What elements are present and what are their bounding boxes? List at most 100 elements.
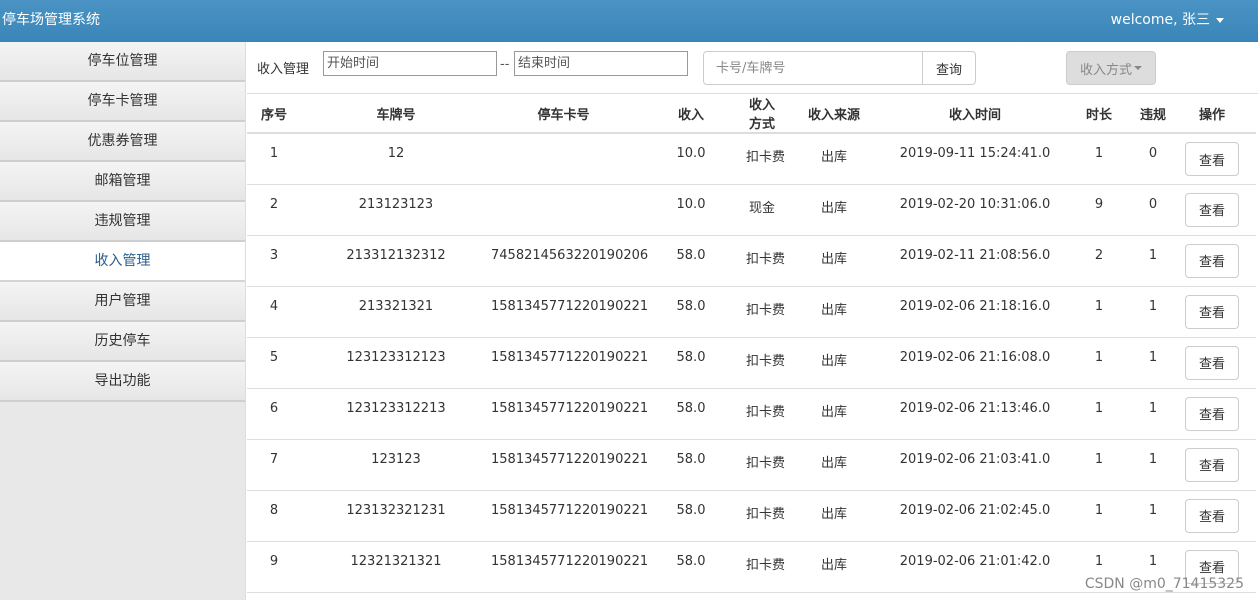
table-row: 8 123132321231 1581345771220190221 58.0 扣卡费出… xyxy=(247,490,1256,542)
table-cell: 2019-09-11 15:24:41.0 xyxy=(890,133,1060,185)
table-cell: 1581345771220190221 xyxy=(491,286,648,338)
table-cell: 12321321321 xyxy=(301,541,491,593)
table-cell-actions: 查看 xyxy=(1168,439,1256,491)
table-cell: 2019-02-06 21:03:41.0 xyxy=(890,439,1060,491)
table-cell: 2019-02-06 21:16:08.0 xyxy=(890,337,1060,389)
table-row: 2 213123123 10.0 现金 出库 2019-02-20 10:31:06.0 9… xyxy=(247,184,1256,236)
table-cell: 出库 xyxy=(778,235,890,287)
table-cell: 1 xyxy=(1060,490,1138,542)
table-cell: 扣卡费 xyxy=(746,337,785,389)
view-button[interactable]: 查看 xyxy=(1185,498,1239,533)
view-button[interactable]: 查看 xyxy=(1185,243,1239,278)
view-button[interactable]: 查看 xyxy=(1185,396,1239,431)
table-cell: 1 xyxy=(1138,235,1168,287)
view-button[interactable]: 查看 xyxy=(1185,142,1239,176)
table-cell: 6 xyxy=(247,388,301,440)
date-separator: -- xyxy=(500,57,510,72)
table-cell: 出库 xyxy=(778,184,890,236)
table-cell: 10.0 xyxy=(636,184,746,236)
column-header: 收入来源 xyxy=(778,94,890,134)
top-navbar: 停车场管理系统 welcome, 张三 xyxy=(0,0,1258,42)
table-cell-actions: 查看 xyxy=(1168,490,1256,542)
sidebar-item[interactable]: 违规管理 xyxy=(0,202,245,242)
view-button[interactable]: 查看 xyxy=(1185,447,1239,482)
table-cell: 1581345771220190221 xyxy=(491,439,648,491)
table-row: 4 213321321 1581345771220190221 58.0 扣卡费 出库 20… xyxy=(247,286,1256,338)
filter-bar: 收入管理 -- 查询 收入方式 xyxy=(247,42,1258,94)
search-input[interactable] xyxy=(703,51,923,85)
table-cell: 0 xyxy=(1138,133,1168,185)
table-row: 3 213312132312 7458214563220190206 58.0 扣卡费出… xyxy=(247,235,1256,287)
table-cell: 1581345771220190221 xyxy=(491,541,648,593)
table-cell: 扣卡费 xyxy=(746,235,785,287)
table-cell: 1 xyxy=(1138,337,1168,389)
table-row: 6 123123312213 1581345771220190221 58.0 扣卡费出… xyxy=(247,388,1256,440)
table-cell: 9 xyxy=(247,541,301,593)
sidebar-item[interactable]: 收入管理 xyxy=(0,242,245,282)
table-cell: 1 xyxy=(1138,286,1168,338)
sidebar-item[interactable]: 停车位管理 xyxy=(0,42,245,82)
table-cell: 1 xyxy=(1138,388,1168,440)
table-cell-actions: 查看 xyxy=(1168,286,1256,338)
table-cell xyxy=(491,133,636,185)
table-cell-actions: 查看 xyxy=(1168,184,1256,236)
table-cell: 1 xyxy=(247,133,301,185)
start-time-input[interactable] xyxy=(323,51,497,76)
table-cell: 出库 xyxy=(778,439,890,491)
table-cell: 10.0 xyxy=(636,133,746,185)
table-cell-actions: 查看 xyxy=(1168,133,1256,185)
table-cell: 出库 xyxy=(778,490,890,542)
sidebar-item[interactable]: 优惠券管理 xyxy=(0,122,245,162)
table-cell: 58.0 xyxy=(636,490,746,542)
income-type-dropdown[interactable]: 收入方式 xyxy=(1066,51,1156,85)
table-cell: 出库 xyxy=(778,541,890,593)
table-cell: 扣卡费 xyxy=(746,541,785,593)
table-cell: 213312132312 xyxy=(301,235,491,287)
sidebar-item[interactable]: 导出功能 xyxy=(0,362,245,402)
table-cell-actions: 查看 xyxy=(1168,388,1256,440)
table-cell-actions: 查看 xyxy=(1168,337,1256,389)
sidebar: 停车位管理 停车卡管理 优惠券管理 邮箱管理 违规管理 收入管理 用户管理 历史停车 导出功能 xyxy=(0,42,246,600)
table-cell: 7458214563220190206 xyxy=(491,235,648,287)
table-cell: 213321321 xyxy=(301,286,491,338)
table-cell: 2019-02-06 21:01:42.0 xyxy=(890,541,1060,593)
table-cell: 扣卡费 xyxy=(746,388,785,440)
end-time-input[interactable] xyxy=(514,51,688,76)
table-cell: 1 xyxy=(1060,133,1138,185)
user-menu[interactable]: welcome, 张三 xyxy=(1111,9,1224,29)
column-header: 违规 xyxy=(1138,94,1168,134)
view-button[interactable]: 查看 xyxy=(1185,294,1239,329)
table-cell: 123132321231 xyxy=(301,490,491,542)
table-cell: 1581345771220190221 xyxy=(491,337,648,389)
table-cell: 58.0 xyxy=(636,286,746,338)
sidebar-item[interactable]: 用户管理 xyxy=(0,282,245,322)
caret-down-icon xyxy=(1216,17,1224,23)
table-cell-actions: 查看 xyxy=(1168,235,1256,287)
table-cell: 12 xyxy=(301,133,491,185)
column-header: 收入时间 xyxy=(890,94,1060,134)
caret-down-icon xyxy=(1134,66,1142,70)
table-cell: 3 xyxy=(247,235,301,287)
table-cell: 2019-02-06 21:02:45.0 xyxy=(890,490,1060,542)
table-cell: 58.0 xyxy=(636,235,746,287)
table-cell: 扣卡费 xyxy=(746,133,785,185)
sidebar-item[interactable]: 停车卡管理 xyxy=(0,82,245,122)
sidebar-item[interactable]: 邮箱管理 xyxy=(0,162,245,202)
brand-title[interactable]: 停车场管理系统 xyxy=(2,9,100,29)
view-button[interactable]: 查看 xyxy=(1185,345,1239,380)
table-cell: 2 xyxy=(1060,235,1138,287)
column-header: 收入方式 xyxy=(746,94,778,134)
table-cell: 2019-02-11 21:08:56.0 xyxy=(890,235,1060,287)
table-cell: 1 xyxy=(1060,388,1138,440)
search-button[interactable]: 查询 xyxy=(922,51,976,85)
column-header: 操作 xyxy=(1168,94,1256,134)
column-header: 时长 xyxy=(1060,94,1138,134)
table-cell: 58.0 xyxy=(636,439,746,491)
view-button[interactable]: 查看 xyxy=(1185,192,1239,227)
table-cell: 4 xyxy=(247,286,301,338)
table-cell: 出库 xyxy=(778,388,890,440)
table-row: 5 123123312123 1581345771220190221 58.0 扣卡费出… xyxy=(247,337,1256,389)
table-cell: 1 xyxy=(1060,439,1138,491)
sidebar-item[interactable]: 历史停车 xyxy=(0,322,245,362)
table-cell: 1 xyxy=(1138,439,1168,491)
